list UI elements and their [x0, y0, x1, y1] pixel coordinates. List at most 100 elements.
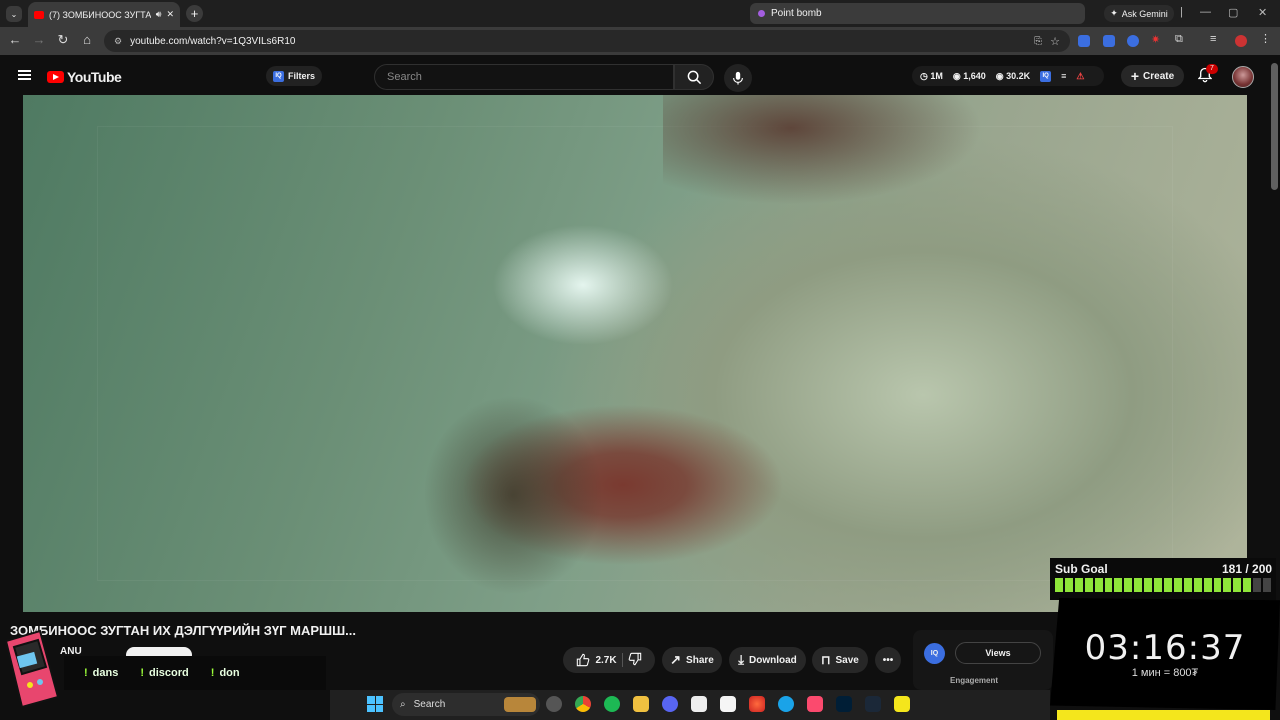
command-don: ! don	[211, 667, 240, 679]
reading-list-icon[interactable]: ≡	[1210, 33, 1222, 45]
sub-goal-segment	[1104, 578, 1113, 592]
address-bar[interactable]: ⚙ youtube.com/watch?v=1Q3VILs6R10 ⎘ ☆	[104, 30, 1070, 52]
sub-goal-label: Sub Goal	[1055, 562, 1108, 576]
taskbar-app-icon[interactable]	[546, 696, 562, 712]
search-button[interactable]	[674, 64, 714, 90]
taskbar-search[interactable]: ⌕ Search	[392, 693, 540, 716]
file-explorer-icon[interactable]	[633, 696, 649, 712]
ask-gemini-label: Ask Gemini	[1121, 8, 1168, 19]
sub-goal-segment	[1114, 578, 1123, 592]
videos-value: 1,640	[963, 70, 986, 81]
sub-goal-segment	[1144, 578, 1153, 592]
like-button[interactable]: 2.7K	[576, 653, 617, 667]
save-button[interactable]: ⊓ Save	[812, 647, 868, 673]
extension-icon[interactable]	[1078, 35, 1090, 47]
thumbs-up-icon	[577, 653, 590, 667]
discord-icon[interactable]	[662, 696, 678, 712]
back-arrow-icon[interactable]: ←	[6, 32, 24, 47]
sub-goal-segment	[1055, 578, 1063, 592]
more-actions-button[interactable]: •••	[875, 647, 901, 673]
photoshop-icon[interactable]	[836, 696, 852, 712]
tab-close-icon[interactable]: ✕	[166, 9, 174, 20]
videos-stat: ◉ 1,640	[952, 70, 986, 81]
arcade-machine-icon	[4, 629, 60, 707]
new-tab-button[interactable]: +	[186, 5, 203, 22]
download-label: Download	[748, 654, 797, 666]
home-icon[interactable]: ⌂	[78, 32, 96, 47]
edge-icon[interactable]	[778, 696, 794, 712]
share-button[interactable]: ↗ Share	[662, 647, 722, 673]
subs-stat: ◷ 1M	[920, 70, 943, 81]
views-stat: ◉ 30.2K	[995, 70, 1031, 81]
sub-goal-segment	[1193, 578, 1202, 592]
video-player[interactable]	[23, 95, 1247, 612]
site-info-icon[interactable]: ⚙	[114, 36, 122, 47]
speaker-icon[interactable]: 🔊︎	[156, 9, 162, 20]
like-count: 2.7K	[595, 654, 617, 666]
iq-logo-icon[interactable]: IQ	[924, 643, 945, 664]
menu-hamburger-icon[interactable]	[18, 70, 31, 80]
forward-arrow-icon[interactable]: →	[30, 32, 48, 47]
close-window-button[interactable]: ✕	[1258, 6, 1267, 19]
sub-goal-segment	[1094, 578, 1103, 592]
iq-icon: IQ	[272, 70, 284, 82]
browser-tab-point-bomb[interactable]: Point bomb	[750, 3, 1085, 24]
iq-icon[interactable]: IQ	[1040, 70, 1052, 82]
subs-value: 1M	[930, 70, 943, 81]
filters-button[interactable]: IQ Filters	[266, 66, 322, 86]
sub-goal-segment	[1243, 578, 1252, 592]
views-tab-button[interactable]: Views	[955, 642, 1041, 664]
minimize-button[interactable]: —	[1200, 6, 1211, 18]
taskbar-app-icon[interactable]	[749, 696, 765, 712]
notion-icon[interactable]	[720, 696, 736, 712]
spotify-icon[interactable]	[604, 696, 620, 712]
browser-menu-icon[interactable]: ⋮	[1260, 32, 1272, 45]
video-scene-arm	[663, 95, 983, 205]
sub-goal-segment	[1233, 578, 1242, 592]
voice-search-button[interactable]	[724, 64, 752, 92]
share-arrow-icon: ↗	[670, 652, 682, 667]
account-avatar[interactable]	[1232, 66, 1254, 88]
install-icon[interactable]: ⎘	[1034, 36, 1042, 47]
capcut-icon[interactable]	[691, 696, 707, 712]
extension-icon[interactable]	[1127, 35, 1139, 47]
browser-tab-youtube[interactable]: (7) ЗОМБИНООС ЗУГТАН И 🔊︎ ✕	[28, 2, 180, 27]
views-value: 30.2K	[1006, 70, 1031, 81]
tab-title: Point bomb	[771, 8, 822, 19]
music-icon[interactable]	[807, 696, 823, 712]
sub-goal-segment	[1203, 578, 1212, 592]
steam-icon[interactable]	[865, 696, 881, 712]
sub-goal-segment	[1253, 578, 1262, 592]
youtube-play-icon	[47, 71, 64, 83]
extension-icon[interactable]	[1103, 35, 1115, 47]
ask-gemini-button[interactable]: ✦ Ask Gemini	[1104, 5, 1174, 22]
windows-start-icon[interactable]	[367, 696, 383, 712]
notification-count-badge: 7	[1206, 64, 1218, 74]
search-input[interactable]: Search	[374, 64, 674, 90]
channel-stats: ◷ 1M ◉ 1,640 ◉ 30.2K IQ ≡ ⚠	[912, 66, 1104, 86]
taskbar-app-icon[interactable]	[894, 696, 910, 712]
profile-avatar-icon[interactable]	[1235, 35, 1247, 47]
reload-icon[interactable]: ↻	[54, 32, 72, 48]
gemini-sparkle-icon: ✦	[1110, 8, 1118, 18]
list-icon[interactable]: ≡	[1061, 71, 1066, 81]
bookmark-star-icon[interactable]: ☆	[1050, 35, 1060, 48]
yellow-accent-bar	[1057, 710, 1270, 720]
extension-icon[interactable]: ✷	[1151, 33, 1163, 46]
download-button[interactable]: ⤓ Download	[729, 647, 806, 673]
extensions-puzzle-icon[interactable]: ⧉	[1175, 33, 1187, 45]
taskbar-search-label: Search	[413, 699, 446, 710]
filters-label: Filters	[287, 71, 315, 81]
command-label: discord	[149, 667, 189, 679]
create-button[interactable]: + Create	[1121, 65, 1184, 87]
tab-search-button[interactable]: ⌄	[6, 6, 22, 22]
search-icon: ⌕	[400, 699, 406, 710]
sub-goal-segment	[1213, 578, 1222, 592]
maximize-button[interactable]: ▢	[1228, 6, 1238, 19]
dislike-button[interactable]	[628, 652, 642, 669]
youtube-logo[interactable]: YouTube	[47, 69, 122, 85]
page-scrollbar[interactable]	[1271, 63, 1278, 190]
video-scene-hair	[423, 395, 603, 595]
chrome-icon[interactable]	[575, 696, 591, 712]
alert-icon[interactable]: ⚠	[1076, 71, 1084, 82]
